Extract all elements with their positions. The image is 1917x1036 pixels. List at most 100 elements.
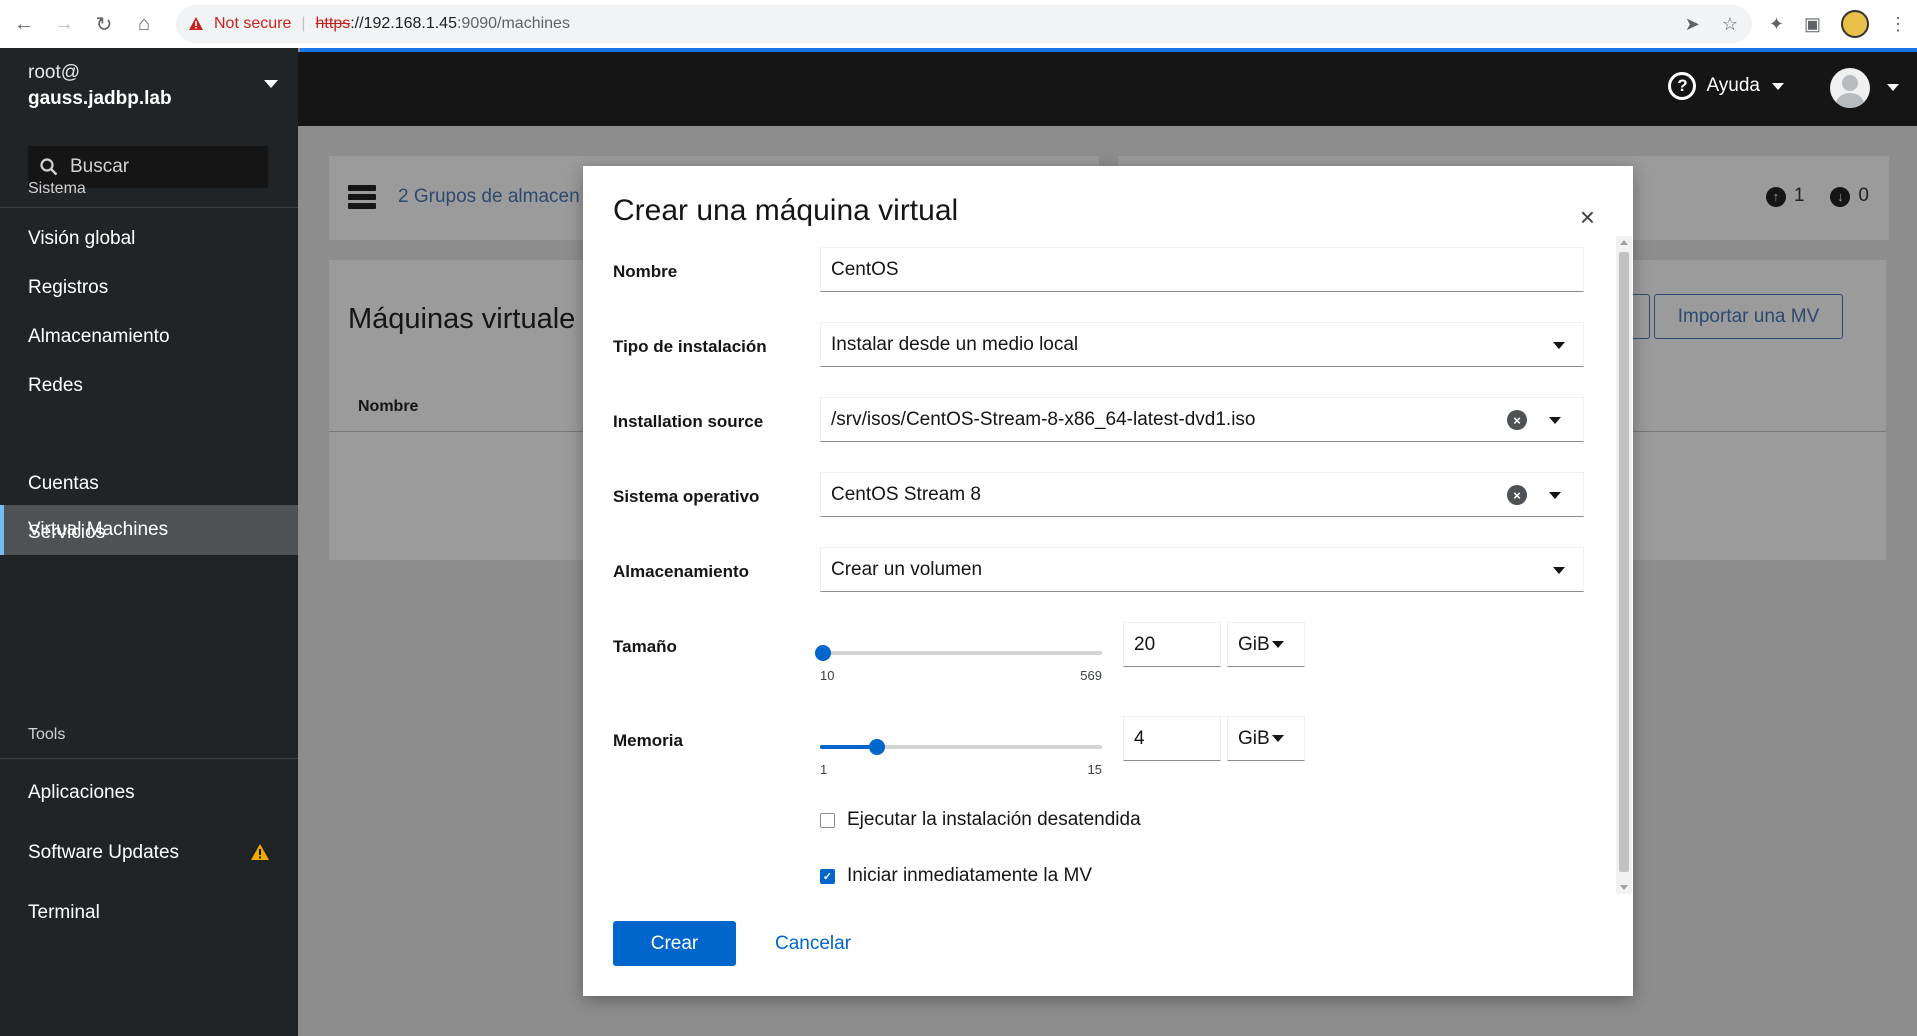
section-tools: Tools bbox=[28, 726, 66, 743]
url-host: ://192.168.1.45 bbox=[350, 15, 457, 32]
section-sistema: Sistema bbox=[28, 180, 86, 197]
url-scheme: https bbox=[315, 15, 351, 32]
send-icon[interactable]: ➤ bbox=[1685, 14, 1700, 35]
sidebar-item-label: Software Updates bbox=[28, 842, 180, 863]
scroll-down-icon[interactable] bbox=[1620, 885, 1628, 890]
host-switcher[interactable]: root@ gauss.jadbp.lab bbox=[0, 48, 298, 126]
divider bbox=[0, 758, 298, 759]
caret-down-icon bbox=[1772, 82, 1784, 90]
network-counts: ↑ 1 ↓ 0 bbox=[1765, 185, 1869, 207]
start-immediately-checkbox[interactable]: ✓ bbox=[820, 868, 835, 884]
caret-down-icon bbox=[1271, 735, 1284, 742]
host-user: root@ bbox=[28, 62, 81, 83]
slider-thumb[interactable] bbox=[815, 645, 831, 661]
arrow-up-icon: ↑ bbox=[1765, 186, 1786, 207]
memory-unit-select[interactable]: GiB bbox=[1227, 716, 1305, 761]
clear-icon[interactable]: × bbox=[1507, 410, 1527, 430]
memory-slider[interactable]: 1 15 bbox=[820, 732, 1102, 777]
slider-min: 10 bbox=[820, 668, 835, 683]
size-input[interactable]: 20 bbox=[1123, 622, 1221, 667]
clear-icon[interactable]: × bbox=[1507, 485, 1527, 505]
sidebar-item-redes[interactable]: Redes bbox=[0, 361, 298, 411]
sidebar: root@ gauss.jadbp.lab Buscar Sistema Vis… bbox=[0, 48, 298, 1036]
unattended-checkbox-row[interactable]: Ejecutar la instalación desatendida bbox=[820, 809, 1141, 831]
name-input[interactable]: CentOS bbox=[820, 247, 1584, 292]
size-value: 20 bbox=[1134, 633, 1156, 655]
install-source-value: /srv/isos/CentOS-Stream-8-x86_64-latest-… bbox=[831, 408, 1256, 430]
storage-icon bbox=[348, 185, 376, 211]
address-bar[interactable]: Not secure | https ://192.168.1.45 :9090… bbox=[176, 5, 1752, 43]
sidebar-item-almacenamiento[interactable]: Almacenamiento bbox=[0, 312, 298, 362]
forward-icon[interactable]: → bbox=[44, 0, 84, 48]
unattended-checkbox[interactable] bbox=[820, 812, 835, 828]
sidebar-item-aplicaciones[interactable]: Aplicaciones bbox=[0, 768, 298, 818]
caret-down-icon bbox=[264, 80, 278, 88]
url-separator: | bbox=[301, 15, 306, 32]
scroll-up-icon[interactable] bbox=[1620, 240, 1628, 245]
memory-value: 4 bbox=[1134, 727, 1145, 749]
reload-icon[interactable]: ↻ bbox=[84, 0, 124, 48]
name-label: Nombre bbox=[613, 262, 678, 281]
scrollbar[interactable] bbox=[1616, 236, 1632, 894]
scroll-thumb[interactable] bbox=[1619, 252, 1629, 872]
start-immediately-checkbox-row[interactable]: ✓ Iniciar inmediatamente la MV bbox=[820, 865, 1092, 887]
name-value: CentOS bbox=[831, 258, 899, 280]
browser-toolbar: ← → ↻ ⌂ Not secure | https ://192.168.1.… bbox=[0, 0, 1917, 48]
count-up: ↑ 1 bbox=[1765, 185, 1804, 207]
slider-max: 15 bbox=[1087, 762, 1102, 777]
home-icon[interactable]: ⌂ bbox=[124, 0, 164, 48]
size-slider[interactable]: 10 569 bbox=[815, 638, 1102, 683]
not-secure-label[interactable]: Not secure bbox=[214, 15, 291, 33]
caret-down-icon[interactable] bbox=[1549, 417, 1561, 424]
dialog-title: Crear una máquina virtual bbox=[613, 194, 959, 227]
avatar[interactable] bbox=[1830, 68, 1870, 108]
size-unit-select[interactable]: GiB bbox=[1227, 622, 1305, 667]
sidebar-item-servicios[interactable]: Servicios bbox=[0, 508, 298, 558]
caret-down-icon bbox=[1553, 567, 1565, 574]
search-icon bbox=[40, 158, 58, 176]
caret-down-icon[interactable] bbox=[1887, 84, 1899, 91]
sidebar-item-software-updates[interactable]: Software Updates bbox=[0, 828, 298, 878]
unattended-label: Ejecutar la instalación desatendida bbox=[847, 809, 1141, 830]
create-button[interactable]: Crear bbox=[613, 921, 736, 966]
storage-select[interactable]: Crear un volumen bbox=[820, 547, 1584, 592]
search-placeholder: Buscar bbox=[70, 156, 130, 177]
menu-kebab-icon[interactable]: ⋮ bbox=[1889, 14, 1907, 35]
create-vm-dialog: Crear una máquina virtual × Nombre CentO… bbox=[583, 166, 1633, 996]
browser-profile-icon[interactable] bbox=[1841, 10, 1869, 38]
caret-down-icon bbox=[1271, 641, 1284, 648]
storage-pools-link[interactable]: 2 Grupos de almacen bbox=[398, 186, 580, 208]
install-source-select[interactable]: /srv/isos/CentOS-Stream-8-x86_64-latest-… bbox=[820, 397, 1584, 442]
close-icon[interactable]: × bbox=[1580, 202, 1595, 233]
help-icon: ? bbox=[1668, 72, 1697, 100]
size-label: Tamaño bbox=[613, 637, 677, 656]
os-select[interactable]: CentOS Stream 8 × bbox=[820, 472, 1584, 517]
back-icon[interactable]: ← bbox=[4, 0, 44, 48]
sidebar-item-registros[interactable]: Registros bbox=[0, 263, 298, 313]
host-name: gauss.jadbp.lab bbox=[28, 88, 172, 109]
install-type-select[interactable]: Instalar desde un medio local bbox=[820, 322, 1584, 367]
side-panel-icon[interactable]: ▣ bbox=[1804, 14, 1821, 35]
count-down: ↓ 0 bbox=[1830, 185, 1869, 207]
warning-icon bbox=[250, 843, 270, 867]
url-path: :9090/machines bbox=[456, 15, 570, 32]
extensions-icon[interactable]: ✦ bbox=[1769, 14, 1784, 35]
sidebar-item-vision-global[interactable]: Visión global bbox=[0, 214, 298, 264]
import-vm-button[interactable]: Importar una MV bbox=[1654, 294, 1843, 339]
slider-thumb[interactable] bbox=[869, 739, 885, 755]
memory-input[interactable]: 4 bbox=[1123, 716, 1221, 761]
install-source-label: Installation source bbox=[613, 412, 764, 431]
masthead: ? Ayuda bbox=[298, 52, 1917, 126]
browser-right-icons: ✦ ▣ ⋮ bbox=[1769, 0, 1907, 48]
sidebar-item-terminal[interactable]: Terminal bbox=[0, 888, 298, 938]
sidebar-item-cuentas[interactable]: Cuentas bbox=[0, 459, 298, 509]
caret-down-icon[interactable] bbox=[1549, 492, 1561, 499]
cancel-button[interactable]: Cancelar bbox=[775, 933, 851, 955]
vm-heading: Máquinas virtuale bbox=[348, 303, 576, 335]
url-actions: ➤ ☆ bbox=[1685, 5, 1738, 43]
star-icon[interactable]: ☆ bbox=[1722, 14, 1738, 35]
help-menu[interactable]: ? Ayuda bbox=[1668, 72, 1784, 100]
caret-down-icon bbox=[1553, 342, 1565, 349]
os-value: CentOS Stream 8 bbox=[831, 483, 981, 505]
warning-icon bbox=[188, 16, 204, 32]
